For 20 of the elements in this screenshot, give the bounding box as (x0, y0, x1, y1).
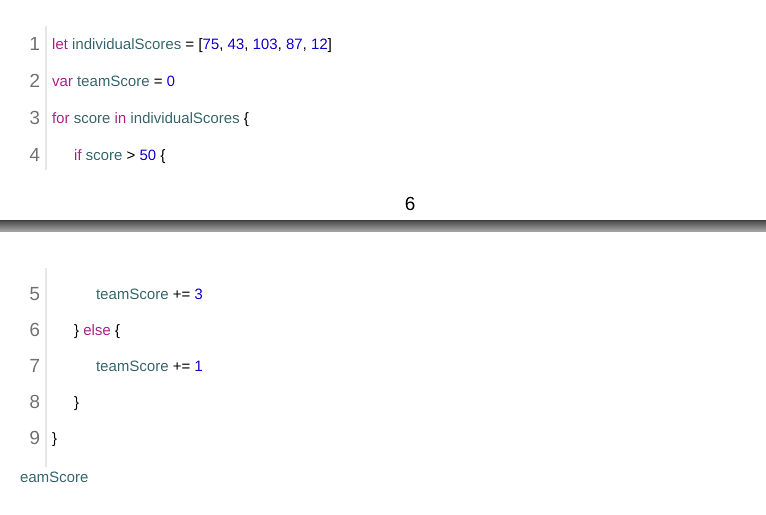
line-number: 9 (28, 426, 41, 451)
code-line: if score > 50 { (74, 146, 166, 166)
line-number: 7 (28, 354, 41, 379)
code-line: teamScore += 3 (96, 284, 203, 305)
line-number: 3 (28, 106, 41, 131)
code-line: for score in individualScores { (52, 108, 249, 129)
line-number: 5 (28, 282, 41, 307)
line-number: 6 (28, 318, 41, 343)
code-fragment: eamScore (20, 469, 88, 486)
code-line: } else { (74, 320, 120, 341)
code-line: let individualScores = [75, 43, 103, 87, 12] (52, 34, 332, 55)
code-line: var teamScore = 0 (52, 72, 176, 92)
code-line: teamScore += 1 (96, 356, 203, 377)
page-number: 6 (404, 192, 416, 217)
code-line: } (52, 428, 58, 449)
line-number: 1 (28, 32, 41, 57)
line-number: 2 (28, 70, 41, 94)
line-number: 8 (28, 390, 41, 415)
line-number: 4 (28, 144, 41, 168)
code-line: } (74, 392, 80, 413)
